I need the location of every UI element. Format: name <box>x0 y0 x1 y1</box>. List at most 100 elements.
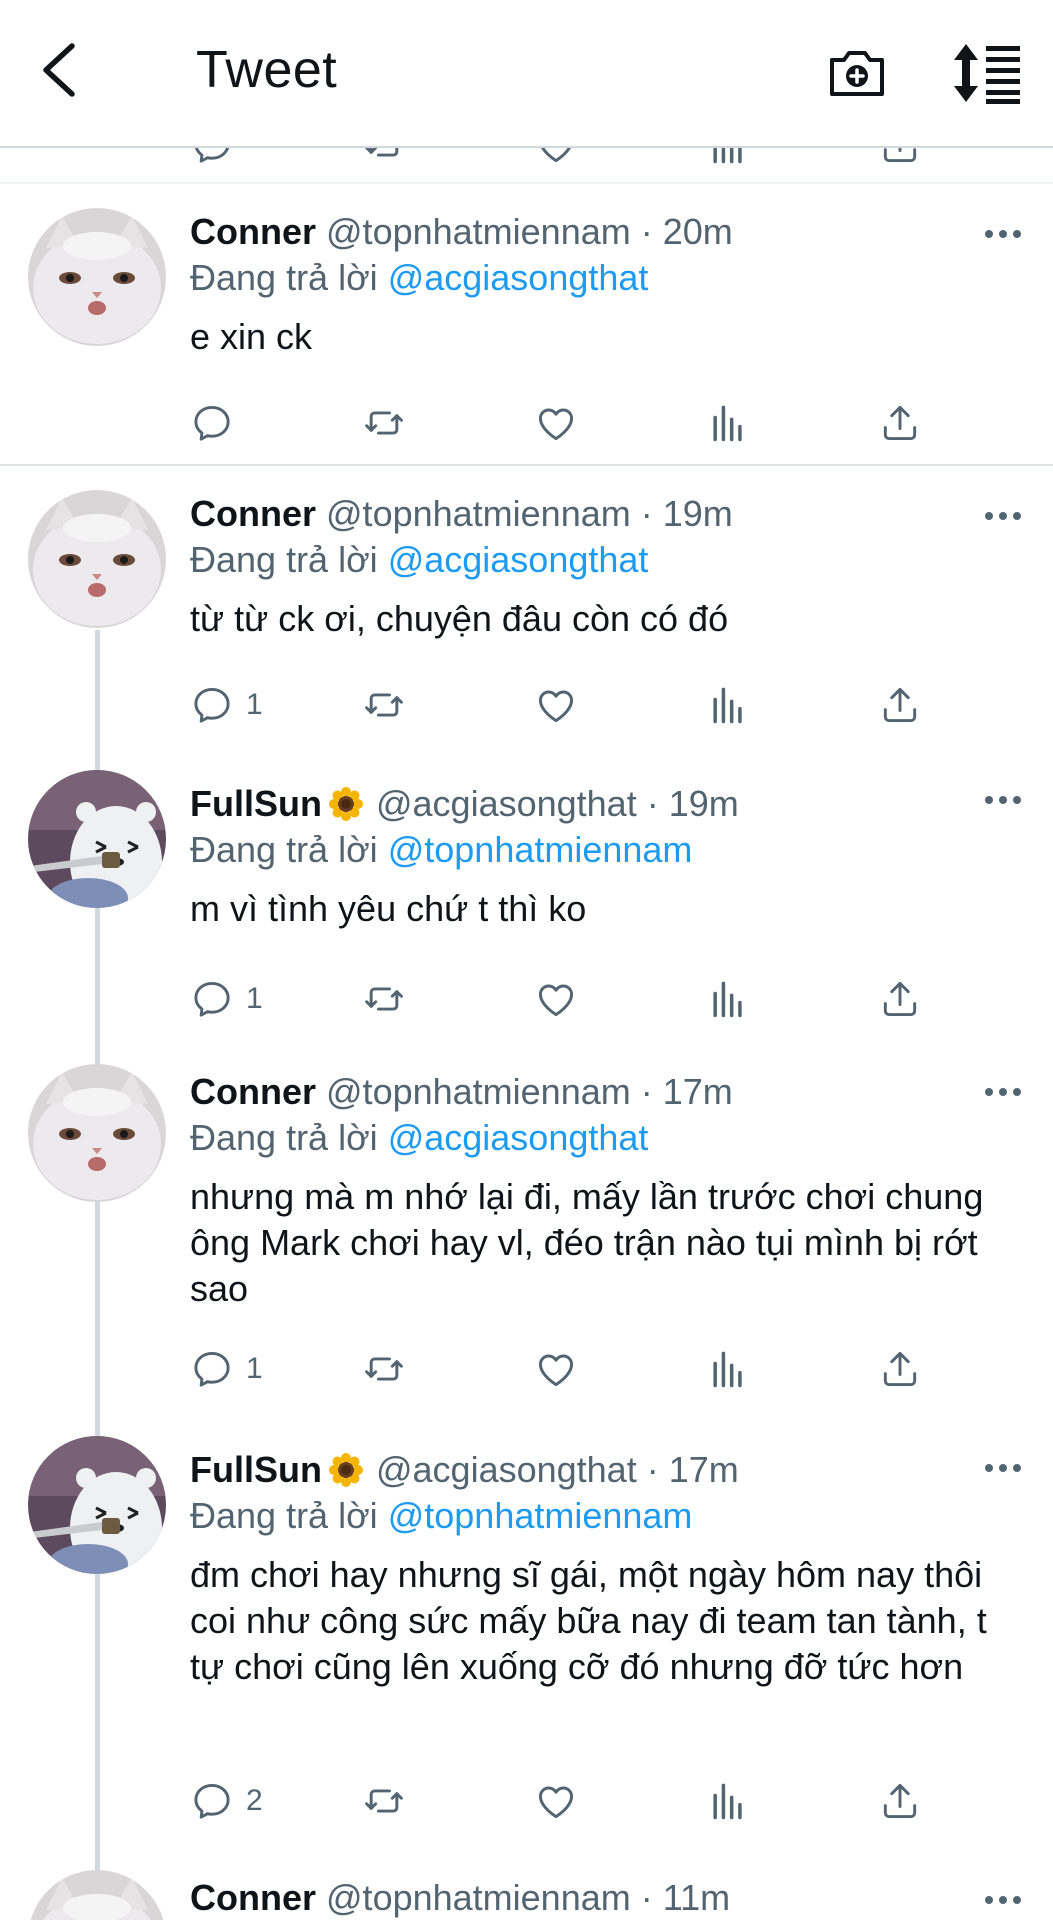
avatar[interactable] <box>28 1436 166 1574</box>
replying-label: Đang trả lời <box>190 829 378 870</box>
sunflower-icon <box>328 786 364 822</box>
avatar[interactable] <box>28 490 166 628</box>
replying-to: Đang trả lời @topnhatmiennam <box>190 826 1023 874</box>
timestamp: · 17m <box>640 1071 733 1112</box>
like-button[interactable] <box>534 398 578 448</box>
tweet-text: đm chơi hay nhưng sĩ gái, một ngày hôm n… <box>190 1554 987 1687</box>
timestamp: · 11m <box>640 1877 731 1918</box>
reply-icon[interactable] <box>190 148 234 167</box>
reply-button[interactable] <box>190 398 246 448</box>
views-button[interactable] <box>706 1776 750 1826</box>
like-icon[interactable] <box>534 148 578 167</box>
mention-link[interactable]: @topnhatmiennam <box>388 1495 693 1536</box>
avatar[interactable] <box>28 1064 166 1202</box>
mention-link[interactable]: @acgiasongthat <box>388 257 649 298</box>
retweet-button[interactable] <box>362 680 406 730</box>
like-icon <box>534 977 578 1021</box>
tweet-header: FullSun @acgiasongthat · 17m <box>190 1448 1023 1492</box>
user-handle[interactable]: @topnhatmiennam <box>326 1071 631 1112</box>
views-icon[interactable] <box>706 148 750 167</box>
retweet-button[interactable] <box>362 974 406 1024</box>
share-icon <box>878 683 922 727</box>
retweet-icon <box>362 683 406 727</box>
retweet-icon <box>362 977 406 1021</box>
replying-label: Đang trả lời <box>190 257 378 298</box>
display-name[interactable]: Conner <box>190 493 316 534</box>
like-icon <box>534 401 578 445</box>
sort-icon[interactable] <box>952 42 1022 104</box>
display-name[interactable]: FullSun <box>190 1449 322 1490</box>
avatar[interactable] <box>28 208 166 346</box>
retweet-button[interactable] <box>362 1776 406 1826</box>
share-icon[interactable] <box>878 148 922 167</box>
user-handle[interactable]: @topnhatmiennam <box>326 211 631 252</box>
retweet-button[interactable] <box>362 398 406 448</box>
replying-to: Đang trả lời @acgiasongthat <box>190 536 1023 584</box>
tweet[interactable]: Conner @topnhatmiennam · 20m Đang trả lờ… <box>0 184 1053 466</box>
user-handle[interactable]: @acgiasongthat <box>376 1449 637 1490</box>
display-name[interactable]: Conner <box>190 211 316 252</box>
replying-label: Đang trả lời <box>190 1495 378 1536</box>
tweet[interactable]: Conner @topnhatmiennam · 19m Đang trả lờ… <box>0 466 1053 760</box>
tweet-header: Conner @topnhatmiennam · 20m <box>190 210 1023 254</box>
reply-button[interactable]: 1 <box>190 974 263 1024</box>
reply-count: 1 <box>246 1352 263 1385</box>
like-icon <box>534 1779 578 1823</box>
mention-link[interactable]: @topnhatmiennam <box>388 829 693 870</box>
like-button[interactable] <box>534 1344 578 1394</box>
like-button[interactable] <box>534 974 578 1024</box>
reply-icon <box>190 1347 234 1391</box>
reply-button[interactable]: 1 <box>190 1344 263 1394</box>
reply-button[interactable]: 2 <box>190 1776 263 1826</box>
views-icon <box>706 1347 750 1391</box>
display-name[interactable]: FullSun <box>190 783 322 824</box>
share-button[interactable] <box>878 974 922 1024</box>
like-button[interactable] <box>534 1776 578 1826</box>
like-button[interactable] <box>534 680 578 730</box>
sunflower-icon <box>328 1452 364 1488</box>
chevron-left-icon[interactable] <box>36 40 84 100</box>
tweet-header: Conner @topnhatmiennam · 19m <box>190 492 1023 536</box>
tweet[interactable]: Conner @topnhatmiennam · 17m Đang trả lờ… <box>0 1054 1053 1434</box>
timestamp: · 17m <box>646 1449 739 1490</box>
views-button[interactable] <box>706 398 750 448</box>
share-button[interactable] <box>878 680 922 730</box>
replying-to: Đang trả lời @topnhatmiennam <box>190 1492 1023 1540</box>
retweet-icon <box>362 401 406 445</box>
views-button[interactable] <box>706 680 750 730</box>
reply-count: 1 <box>246 688 263 721</box>
tweet[interactable]: Conner @topnhatmiennam · 11m <box>0 1866 1053 1920</box>
display-name[interactable]: Conner <box>190 1071 316 1112</box>
user-handle[interactable]: @topnhatmiennam <box>326 493 631 534</box>
top-bar: Tweet <box>0 0 1053 148</box>
share-button[interactable] <box>878 398 922 448</box>
camera-plus-icon[interactable] <box>826 42 888 104</box>
reply-button[interactable]: 1 <box>190 680 263 730</box>
replying-to: Đang trả lời @acgiasongthat <box>190 1114 1023 1162</box>
user-handle[interactable]: @topnhatmiennam <box>326 1877 631 1918</box>
views-icon <box>706 401 750 445</box>
avatar[interactable] <box>28 770 166 908</box>
mention-link[interactable]: @acgiasongthat <box>388 1117 649 1158</box>
views-button[interactable] <box>706 1344 750 1394</box>
tweet[interactable]: FullSun @acgiasongthat · 17m Đang trả lời… <box>0 1434 1053 1866</box>
views-button[interactable] <box>706 974 750 1024</box>
user-handle[interactable]: @acgiasongthat <box>376 783 637 824</box>
mention-link[interactable]: @acgiasongthat <box>388 539 649 580</box>
like-icon <box>534 1347 578 1391</box>
replying-label: Đang trả lời <box>190 1117 378 1158</box>
views-icon <box>706 683 750 727</box>
retweet-button[interactable] <box>362 1344 406 1394</box>
share-button[interactable] <box>878 1776 922 1826</box>
timestamp: · 20m <box>640 211 733 252</box>
tweet[interactable]: FullSun @acgiasongthat · 19m Đang trả lời… <box>0 760 1053 1054</box>
tweet-header: Conner @topnhatmiennam · 17m <box>190 1070 1023 1114</box>
share-button[interactable] <box>878 1344 922 1394</box>
retweet-icon[interactable] <box>362 148 406 167</box>
reply-icon <box>190 1779 234 1823</box>
tweet-text: từ từ ck ơi, chuyện đâu còn có đó <box>190 598 729 639</box>
avatar[interactable] <box>28 1870 166 1920</box>
timestamp: · 19m <box>646 783 739 824</box>
display-name[interactable]: Conner <box>190 1877 316 1918</box>
share-icon <box>878 401 922 445</box>
